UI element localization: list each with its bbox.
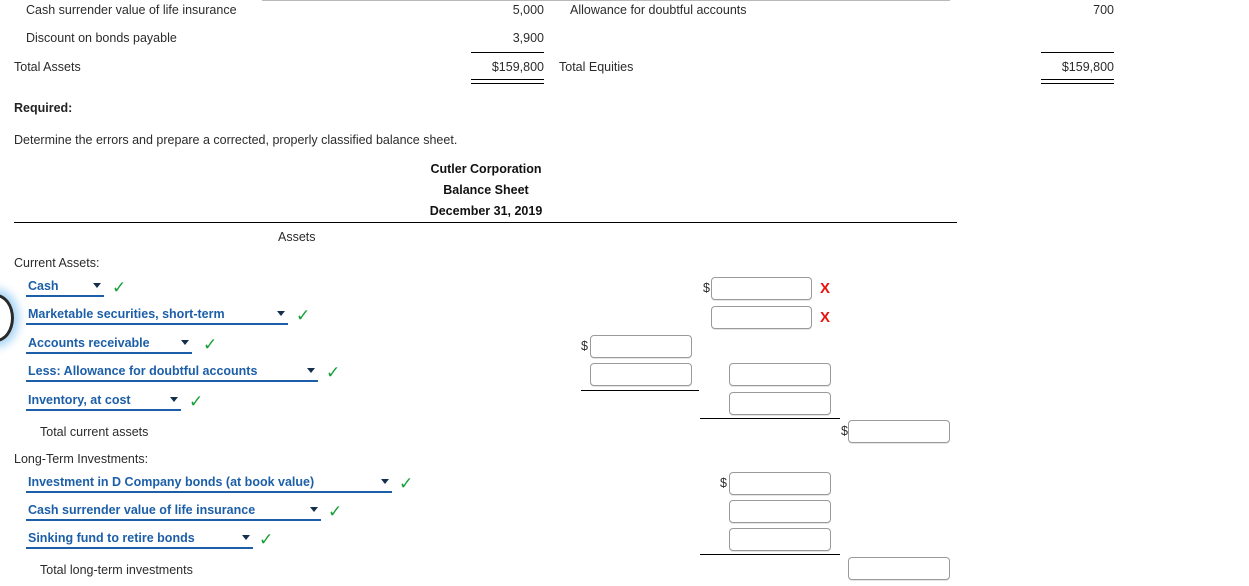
input-net-receivables-amount[interactable] (729, 363, 831, 386)
tb-right-total-label: Total Equities (559, 60, 634, 74)
dropdown-long-term-1-value: Investment in D Company bonds (at book v… (28, 475, 315, 489)
dropdown-current-asset-3-value: Accounts receivable (28, 336, 150, 350)
statement-title: Balance Sheet (443, 183, 529, 197)
chevron-down-icon (310, 507, 318, 512)
dropdown-current-asset-1[interactable]: Cash (26, 278, 104, 297)
dropdown-long-term-2-value: Cash surrender value of life insurance (28, 503, 256, 517)
input-sinking-fund-amount[interactable] (729, 528, 831, 551)
dollar-sign-accounts-receivable: $ (581, 339, 588, 353)
correct-check-icon-1: ✓ (112, 278, 127, 298)
receivables-subtotal-rule (581, 390, 699, 391)
input-investment-bonds-amount[interactable] (729, 472, 831, 495)
worksheet-page: Cash surrender value of life insurance 5… (0, 0, 1249, 586)
chevron-down-icon (170, 397, 178, 402)
tb-left-total-label: Total Assets (14, 60, 81, 74)
dropdown-current-asset-4[interactable]: Less: Allowance for doubtful accounts (26, 363, 318, 382)
statement-date: December 31, 2019 (429, 204, 543, 218)
input-cash-amount[interactable] (711, 277, 812, 300)
current-assets-subtotal-rule (700, 418, 840, 419)
dropdown-long-term-1[interactable]: Investment in D Company bonds (at book v… (26, 474, 392, 493)
dropdown-current-asset-5[interactable]: Inventory, at cost (26, 392, 181, 411)
top-divider (262, 0, 950, 1)
dollar-sign-cash: $ (703, 281, 710, 295)
tb-right-subtotal-rule (1041, 52, 1114, 53)
dropdown-long-term-3[interactable]: Sinking fund to retire bonds (26, 530, 253, 549)
input-marketable-securities-amount[interactable] (711, 306, 812, 329)
correct-check-icon-4: ✓ (326, 363, 341, 383)
chevron-down-icon (181, 340, 189, 345)
input-accounts-receivable-amount[interactable] (590, 335, 692, 358)
cursor-highlight-artifact (0, 294, 14, 342)
statement-header-rule (14, 222, 957, 223)
dropdown-long-term-2[interactable]: Cash surrender value of life insurance (26, 502, 321, 521)
input-inventory-amount[interactable] (729, 392, 831, 415)
chevron-down-icon (381, 479, 389, 484)
input-cash-surrender-amount[interactable] (729, 500, 831, 523)
required-heading: Required: (14, 101, 73, 115)
chevron-down-icon (93, 283, 101, 288)
dropdown-current-asset-1-value: Cash (28, 279, 59, 293)
statement-company: Cutler Corporation (430, 162, 542, 176)
required-instruction: Determine the errors and prepare a corre… (14, 133, 458, 147)
total-long-term-investments-label: Total long-term investments (40, 563, 193, 577)
dropdown-current-asset-5-value: Inventory, at cost (28, 393, 131, 407)
correct-check-icon-6: ✓ (399, 474, 414, 494)
incorrect-x-icon-2: X (820, 309, 831, 326)
chevron-down-icon (242, 535, 250, 540)
dropdown-long-term-3-value: Sinking fund to retire bonds (28, 531, 195, 545)
tb-right-row-0-label: Allowance for doubtful accounts (570, 3, 747, 17)
assets-section-heading: Assets (278, 230, 316, 244)
dropdown-current-asset-2[interactable]: Marketable securities, short-term (26, 306, 288, 325)
long-term-subtotal-rule (700, 554, 840, 555)
long-term-investments-label: Long-Term Investments: (14, 452, 149, 466)
current-assets-label: Current Assets: (14, 256, 100, 270)
tb-left-row-1-amount: 3,900 (512, 31, 544, 45)
correct-check-icon-2: ✓ (296, 306, 311, 326)
tb-left-row-0-label: Cash surrender value of life insurance (26, 3, 237, 17)
tb-right-total-amount: $159,800 (1061, 60, 1114, 74)
dropdown-current-asset-4-value: Less: Allowance for doubtful accounts (28, 364, 258, 378)
incorrect-x-icon-1: X (820, 280, 831, 297)
tb-right-total-double-rule (1041, 79, 1114, 84)
tb-left-total-double-rule (471, 79, 544, 84)
correct-check-icon-7: ✓ (328, 502, 343, 522)
dollar-sign-total-current-assets: $ (841, 424, 848, 438)
tb-left-row-0-amount: 5,000 (512, 3, 544, 17)
correct-check-icon-5: ✓ (189, 392, 204, 412)
input-total-current-assets-amount[interactable] (848, 420, 950, 443)
tb-right-row-0-amount: 700 (1093, 3, 1114, 17)
tb-left-row-1-label: Discount on bonds payable (26, 31, 177, 45)
chevron-down-icon (277, 311, 285, 316)
dollar-sign-investment-bonds: $ (720, 476, 727, 490)
input-allowance-amount[interactable] (590, 363, 692, 386)
dropdown-current-asset-3[interactable]: Accounts receivable (26, 335, 192, 354)
dropdown-current-asset-2-value: Marketable securities, short-term (28, 307, 225, 321)
correct-check-icon-3: ✓ (203, 335, 218, 355)
chevron-down-icon (307, 368, 315, 373)
correct-check-icon-8: ✓ (259, 530, 274, 550)
input-total-long-term-amount[interactable] (848, 557, 950, 580)
tb-left-total-amount: $159,800 (491, 60, 544, 74)
tb-left-subtotal-rule (471, 52, 544, 53)
total-current-assets-label: Total current assets (40, 425, 149, 439)
